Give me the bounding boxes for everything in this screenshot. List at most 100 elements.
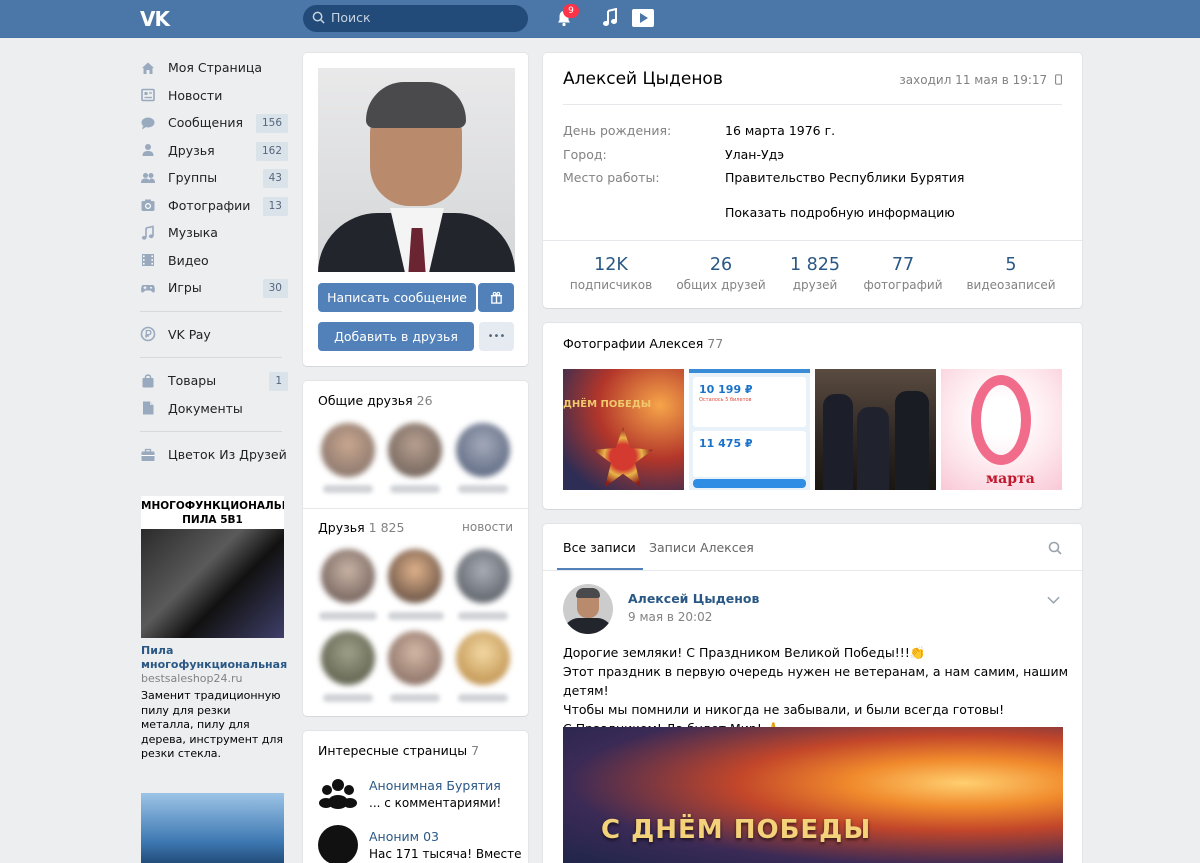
- photo-thumb[interactable]: ДНЁМ ПОБЕДЫ: [563, 369, 684, 490]
- search-input[interactable]: Поиск: [303, 5, 528, 32]
- sidebar-item[interactable]: Сообщения 156: [140, 109, 288, 137]
- stat-followers[interactable]: 12K подписчиков: [556, 255, 666, 292]
- friends-count: 1 825: [368, 520, 405, 535]
- play-icon[interactable]: [631, 8, 655, 28]
- sidebar-item[interactable]: Фотографии 13: [140, 192, 288, 220]
- friends-news-link[interactable]: новости: [462, 520, 513, 534]
- sidebar-item[interactable]: Новости: [140, 82, 288, 110]
- post-image-title: С ДНЁМ ПОБЕДЫ: [601, 815, 872, 845]
- add-friend-button[interactable]: Добавить в друзья: [318, 322, 474, 351]
- photos-header[interactable]: Фотографии Алексея 77: [563, 336, 723, 351]
- group-avatar[interactable]: [318, 773, 358, 813]
- ad-banner-line1: МНОГОФУНКЦИОНАЛЬНАЯ: [141, 500, 284, 512]
- friends-header[interactable]: Друзья 1 825: [318, 520, 404, 535]
- sidebar-item[interactable]: Группы 43: [140, 164, 288, 192]
- sidebar-item-label: Музыка: [168, 225, 218, 241]
- post-author-name[interactable]: Алексей Цыденов: [628, 591, 759, 606]
- ad-title[interactable]: Пила многофункциональная: [141, 644, 287, 672]
- show-more-info-link[interactable]: Показать подробную информацию: [725, 205, 955, 220]
- friends-title: Друзья: [318, 520, 365, 535]
- sidebar-item[interactable]: Товары 1: [140, 367, 288, 395]
- sidebar-item-label: Фотографии: [168, 197, 251, 213]
- last-seen-text: заходил 11 мая в 19:17: [899, 73, 1048, 87]
- more-actions-button[interactable]: •••: [479, 322, 514, 351]
- sidebar-item-label: Документы: [168, 400, 243, 416]
- friends-card: Общие друзья 26 Друзья 1 825 новости: [303, 381, 528, 716]
- sidebar-item[interactable]: Музыка: [140, 219, 288, 247]
- gift-icon: [490, 291, 502, 304]
- interesting-header[interactable]: Интересные страницы 7: [318, 743, 479, 758]
- interesting-title: Интересные страницы: [318, 743, 468, 758]
- gift-button[interactable]: [478, 283, 514, 312]
- gamepad-icon: [140, 280, 156, 296]
- sidebar-item-label: Сообщения: [168, 115, 244, 131]
- sidebar-item[interactable]: Друзья 162: [140, 137, 288, 165]
- menu-divider: [140, 357, 282, 358]
- search-icon[interactable]: [1048, 541, 1062, 555]
- ad-description: Заменит традиционную пилу для резки мета…: [141, 689, 284, 760]
- stat-videos[interactable]: 5 видеозаписей: [956, 255, 1066, 292]
- common-friends-header[interactable]: Общие друзья 26: [318, 393, 433, 408]
- stat-photos[interactable]: 77 фотографий: [848, 255, 958, 292]
- sidebar-item[interactable]: Цветок Из Друзей: [140, 441, 288, 469]
- post-image[interactable]: С ДНЁМ ПОБЕДЫ: [563, 727, 1063, 863]
- menu-divider: [140, 431, 282, 432]
- wall-card: Все записи Записи Алексея Алексей Цыдено…: [543, 524, 1082, 863]
- friend-avatar[interactable]: [456, 549, 510, 603]
- friend-avatar[interactable]: [388, 631, 442, 685]
- friend-avatar[interactable]: [321, 549, 375, 603]
- sidebar-item-label: Цветок Из Друзей: [168, 447, 287, 463]
- mobile-icon: [1055, 74, 1062, 85]
- interesting-item-name[interactable]: Аноним 03: [369, 829, 439, 844]
- sidebar-item[interactable]: VK Pay: [140, 321, 288, 349]
- sidebar-item[interactable]: Документы: [140, 395, 288, 423]
- photo-thumb-price1: 10 199 ₽: [699, 383, 753, 396]
- people-icon: [319, 779, 357, 809]
- sidebar-item[interactable]: Игры 30: [140, 274, 288, 302]
- common-friend-avatar[interactable]: [388, 423, 442, 477]
- chevron-down-icon[interactable]: [1047, 596, 1060, 604]
- ad-block[interactable]: МНОГОФУНКЦИОНАЛЬНАЯ ПИЛА 5В1 Пила многофу…: [141, 496, 287, 762]
- group-avatar[interactable]: [318, 825, 358, 863]
- sidebar-item-label: Новости: [168, 87, 223, 103]
- profile-name: Алексей Цыденов: [563, 69, 723, 89]
- interesting-item-name[interactable]: Анонимная Бурятия: [369, 778, 501, 793]
- photo-thumb-text: ДНЁМ ПОБЕДЫ: [563, 399, 652, 410]
- sidebar-item-counter: 30: [262, 279, 288, 298]
- message-icon: [140, 115, 156, 131]
- sidebar-item-counter: 1: [269, 372, 288, 391]
- friend-avatar[interactable]: [321, 631, 375, 685]
- photo-thumb[interactable]: марта: [941, 369, 1062, 490]
- sidebar-item[interactable]: Видео: [140, 247, 288, 275]
- vk-logo[interactable]: VK: [140, 7, 176, 31]
- write-message-button[interactable]: Написать сообщение: [318, 283, 476, 312]
- tab-own-posts[interactable]: Записи Алексея: [649, 540, 754, 555]
- profile-avatar[interactable]: [318, 68, 515, 272]
- photo-thumb[interactable]: [815, 369, 936, 490]
- ad-banner-line2: ПИЛА 5В1: [182, 514, 243, 526]
- common-friend-avatar[interactable]: [321, 423, 375, 477]
- left-menu: Моя Страница Новости Сообщения 156 Друзья 162…: [140, 54, 288, 469]
- sidebar-item-label: Игры: [168, 280, 202, 296]
- search-icon: [312, 11, 325, 24]
- post-text: Дорогие земляки! С Праздником Великой По…: [563, 645, 1069, 736]
- common-friend-avatar[interactable]: [456, 423, 510, 477]
- group-icon: [140, 170, 156, 186]
- ad-site[interactable]: bestsaleshop24.ru: [141, 672, 286, 686]
- post-date[interactable]: 9 мая в 20:02: [628, 610, 712, 624]
- photo-thumb-caption: марта: [986, 471, 1035, 487]
- ad-image[interactable]: МНОГОФУНКЦИОНАЛЬНАЯ ПИЛА 5В1: [141, 496, 284, 638]
- ad-image-second[interactable]: [141, 793, 284, 863]
- music-note-icon[interactable]: [601, 8, 619, 28]
- sidebar-item-counter: 156: [255, 114, 288, 133]
- sidebar-item-label: Моя Страница: [168, 60, 262, 76]
- photo-thumb[interactable]: 10 199 ₽ Осталось 5 билетов 11 475 ₽: [689, 369, 810, 490]
- sidebar-item-counter: 13: [262, 196, 288, 216]
- sidebar-item[interactable]: Моя Страница: [140, 54, 288, 82]
- common-friends-count: 26: [416, 393, 433, 408]
- interesting-pages-card: Интересные страницы 7 Анонимная Бурятия .…: [303, 731, 528, 863]
- friend-avatar[interactable]: [456, 631, 510, 685]
- post-author-avatar[interactable]: [563, 584, 613, 634]
- friend-avatar[interactable]: [388, 549, 442, 603]
- tab-all-posts[interactable]: Все записи: [563, 540, 636, 555]
